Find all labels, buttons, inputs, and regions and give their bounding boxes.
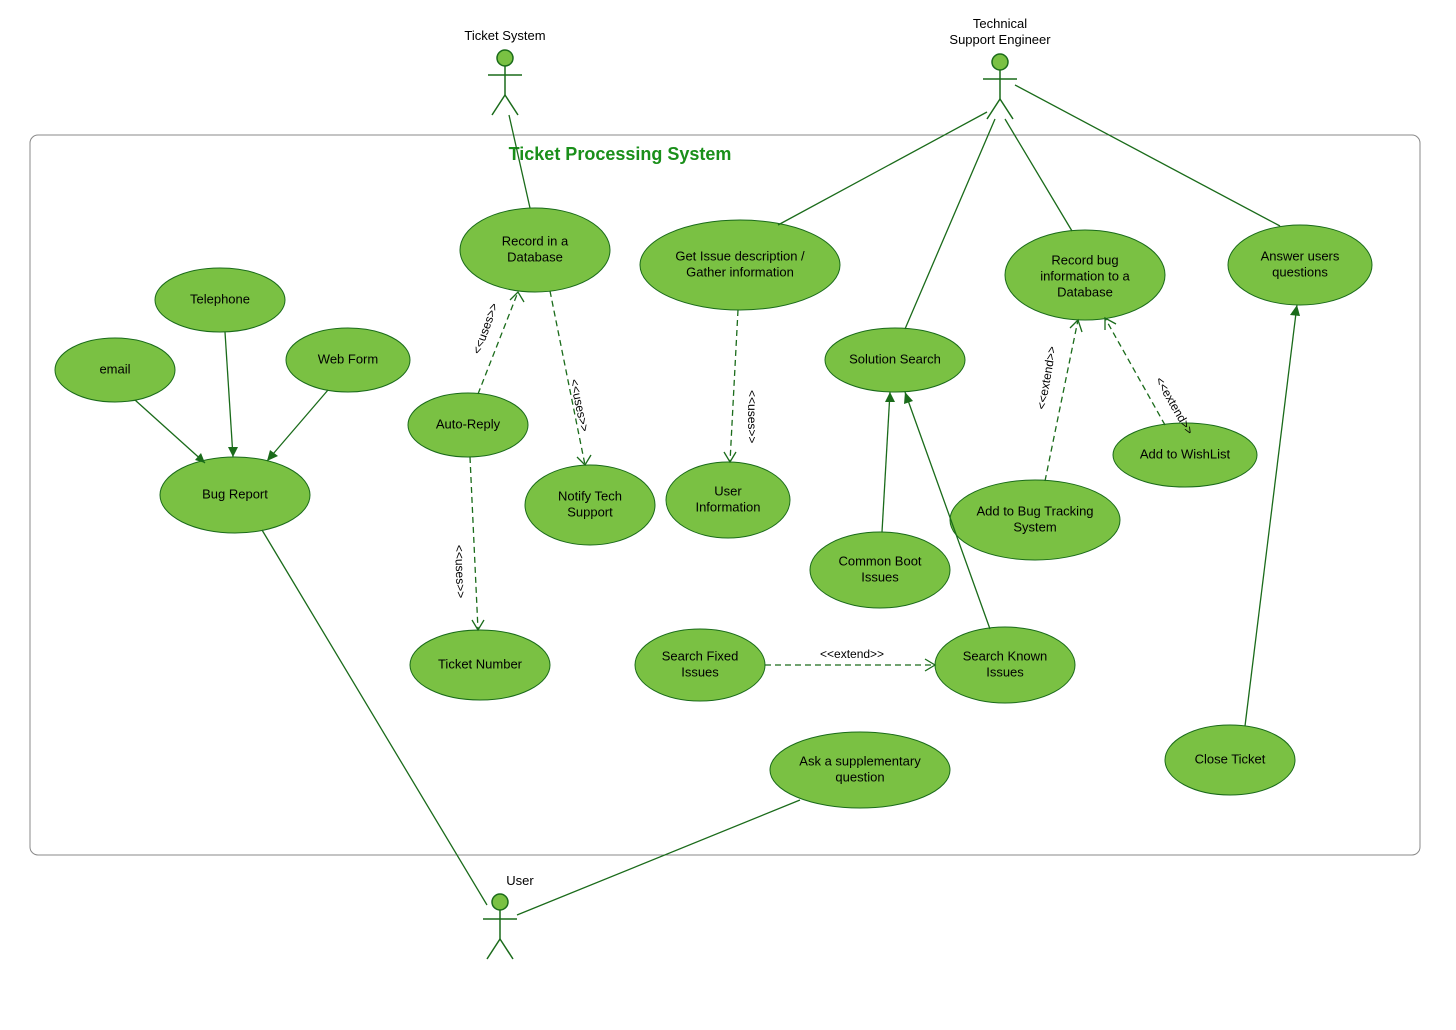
svg-text:Solution Search: Solution Search: [849, 351, 941, 366]
system-title: Ticket Processing System: [509, 144, 732, 164]
svg-text:question: question: [835, 769, 884, 784]
svg-text:<<uses>>: <<uses>>: [470, 301, 501, 356]
link-email-bugreport: [135, 400, 205, 463]
usecase-diagram: Ticket Processing System Ticket System T…: [0, 0, 1456, 1030]
svg-text:<<uses>>: <<uses>>: [567, 378, 592, 433]
svg-text:information to a: information to a: [1040, 268, 1130, 283]
svg-text:Issues: Issues: [861, 569, 899, 584]
dep-searchfixed-searchknown: <<extend>>: [765, 647, 935, 671]
svg-text:Auto-Reply: Auto-Reply: [436, 416, 501, 431]
svg-text:Ticket Number: Ticket Number: [438, 656, 523, 671]
svg-text:questions: questions: [1272, 264, 1328, 279]
link-tech-getissue: [778, 112, 987, 225]
dep-wishlist-recordbug: <<extend>>: [1105, 318, 1197, 437]
svg-text:<<uses>>: <<uses>>: [452, 545, 468, 599]
svg-text:Add to Bug Tracking: Add to Bug Tracking: [976, 503, 1093, 518]
usecase-telephone: Telephone: [155, 268, 285, 332]
usecase-answer-users: Answer users questions: [1228, 225, 1372, 305]
link-tech-solution: [905, 119, 995, 329]
svg-text:Issues: Issues: [986, 664, 1024, 679]
usecase-auto-reply: Auto-Reply: [408, 393, 528, 457]
usecase-user-info: User Information: [666, 462, 790, 538]
link-tech-answer: [1015, 85, 1280, 226]
usecase-get-issue: Get Issue description / Gather informati…: [640, 220, 840, 310]
svg-text:Information: Information: [695, 499, 760, 514]
svg-text:Database: Database: [1057, 284, 1113, 299]
dep-getissue-userinfo: <<uses>>: [724, 310, 759, 462]
usecase-email: email: [55, 338, 175, 402]
svg-text:Support Engineer: Support Engineer: [949, 32, 1051, 47]
svg-text:Ticket System: Ticket System: [464, 28, 545, 43]
usecase-ask-supplementary: Ask a supplementary question: [770, 732, 950, 808]
usecase-ticket-number: Ticket Number: [410, 630, 550, 700]
svg-text:<<extend>>: <<extend>>: [1034, 345, 1059, 411]
svg-text:Support: Support: [567, 504, 613, 519]
link-telephone-bugreport: [225, 332, 238, 457]
link-user-bugreport: [262, 530, 487, 905]
usecase-notify-tech: Notify Tech Support: [525, 465, 655, 545]
svg-text:<<extend>>: <<extend>>: [820, 647, 884, 661]
link-user-asksupp: [517, 800, 800, 915]
svg-text:Web Form: Web Form: [318, 351, 378, 366]
svg-text:Record bug: Record bug: [1051, 252, 1118, 267]
svg-text:Issues: Issues: [681, 664, 719, 679]
usecase-close-ticket: Close Ticket: [1165, 725, 1295, 795]
svg-text:<<uses>>: <<uses>>: [745, 390, 759, 443]
svg-text:Add to WishList: Add to WishList: [1140, 446, 1231, 461]
svg-text:email: email: [99, 361, 130, 376]
svg-text:Notify Tech: Notify Tech: [558, 488, 622, 503]
dep-autoreply-record: <<uses>>: [470, 292, 524, 394]
svg-text:Record in a: Record in a: [502, 233, 569, 248]
dep-autoreply-ticketnum: <<uses>>: [452, 457, 484, 630]
usecase-webform: Web Form: [286, 328, 410, 392]
usecase-add-bug-tracking: Add to Bug Tracking System: [950, 480, 1120, 560]
svg-text:Common Boot: Common Boot: [838, 553, 921, 568]
dep-record-notify: <<uses>>: [550, 291, 592, 465]
link-tech-recordbug: [1005, 119, 1072, 231]
svg-text:Ask a supplementary: Ask a supplementary: [799, 753, 921, 768]
svg-text:Answer users: Answer users: [1261, 248, 1340, 263]
usecase-record-db: Record in a Database: [460, 208, 610, 292]
svg-text:Gather information: Gather information: [686, 264, 794, 279]
dep-addbt-recordbug: <<extend>>: [1034, 320, 1082, 481]
svg-text:Get Issue description /: Get Issue description /: [675, 248, 805, 263]
svg-text:System: System: [1013, 519, 1056, 534]
svg-text:Bug Report: Bug Report: [202, 486, 268, 501]
actor-ticket-system: Ticket System: [464, 28, 545, 115]
link-commonboot-solution: [882, 392, 895, 532]
usecase-search-fixed: Search Fixed Issues: [635, 629, 765, 701]
usecase-solution-search: Solution Search: [825, 328, 965, 392]
usecase-record-bug: Record bug information to a Database: [1005, 230, 1165, 320]
svg-text:User: User: [506, 873, 534, 888]
usecase-search-known: Search Known Issues: [935, 627, 1075, 703]
svg-text:Close Ticket: Close Ticket: [1195, 751, 1266, 766]
svg-text:Telephone: Telephone: [190, 291, 250, 306]
actor-user: User: [483, 873, 534, 959]
link-webform-bugreport: [267, 390, 328, 461]
svg-text:User: User: [714, 483, 742, 498]
svg-text:Technical: Technical: [973, 16, 1027, 31]
actor-tech-engineer: Technical Support Engineer: [949, 16, 1051, 119]
usecase-bug-report: Bug Report: [160, 457, 310, 533]
svg-text:Search Fixed: Search Fixed: [662, 648, 739, 663]
link-close-answer: [1245, 305, 1300, 726]
svg-text:Database: Database: [507, 249, 563, 264]
svg-text:Search Known: Search Known: [963, 648, 1048, 663]
usecase-common-boot: Common Boot Issues: [810, 532, 950, 608]
